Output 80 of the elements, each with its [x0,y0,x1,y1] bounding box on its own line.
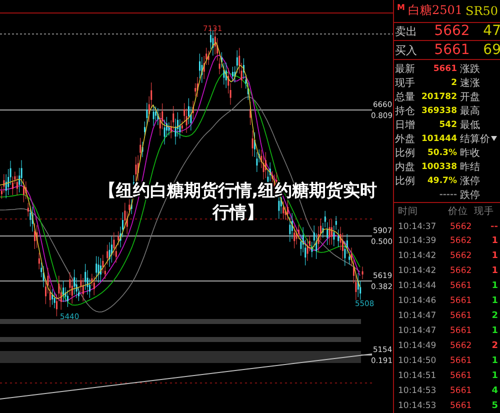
trade-time: 10:14:46 [398,296,438,306]
stat-value: 5661 [432,64,457,74]
stat-label: 涨停 [460,174,480,188]
column-header: 现手 [474,204,495,218]
trade-price: 5661 [450,400,473,411]
trade-price: 5662 [450,236,473,246]
stat-label: 总量 [395,90,416,104]
stat-label: 昨结 [460,160,480,174]
stat-label: 外盘 [395,132,416,146]
trade-time: 10:14:42 [398,266,438,276]
trade-time: 10:14:53 [398,400,438,411]
stat-value: 542 [438,120,457,130]
trade-volume: 2 [490,340,499,351]
stat-value: 100338 [420,162,457,172]
trade-volume: 1 [490,296,499,306]
trade-price: 5661 [450,370,473,381]
column-header: 时间 [398,204,419,218]
book-label: 卖出 [395,24,418,39]
trade-price: 5661 [450,326,473,336]
trade-time: 10:14:51 [398,370,438,381]
trade-volume: -- [490,222,499,232]
stat-label: 最低 [460,118,480,132]
stat-label: 内盘 [395,160,416,174]
market-label: M [397,3,405,12]
trade-volume: 4 [490,386,499,396]
trade-time: 10:14:53 [398,386,438,396]
book-price: 5661 [434,42,471,58]
contract-name: 白糖2501 [408,2,463,20]
stat-value: 369338 [420,106,457,116]
trade-price: 5662 [450,340,473,351]
trade-price: 5662 [450,222,473,232]
stat-value: 201782 [420,92,457,102]
stat-label: 跌停 [460,188,480,202]
stat-label: 涨跌 [460,62,480,76]
stat-label: 最高 [460,104,480,118]
trade-time: 10:14:39 [398,236,438,246]
trade-volume: 1 [490,236,499,246]
trade-price: 5661 [450,356,473,366]
trade-volume: 1 [490,281,499,292]
stat-label: 速涨 [460,76,480,90]
contract-code: SR50 [466,4,498,18]
stat-label: 比例 [395,174,416,188]
trade-time: 10:14:42 [398,251,438,262]
stat-label: 结算价 [460,132,490,146]
stat-value: 101444 [420,134,457,144]
book-size: 47 [483,23,500,40]
trade-volume: 5 [490,400,499,411]
trade-time: 10:14:47 [398,311,438,322]
stat-label: 最新 [395,62,416,76]
column-header: 价位 [448,204,469,218]
trade-volume: 1 [490,251,499,262]
trade-volume: 1 [490,356,499,366]
stat-value: 49.7% [426,176,457,186]
trade-time: 10:14:50 [398,356,438,366]
trade-price: 5661 [450,386,473,396]
trade-volume: 1 [490,266,499,276]
stat-label: 比例 [395,146,416,160]
book-price: 5662 [434,23,471,40]
stat-label: 日增 [395,118,416,132]
trade-price: 5661 [450,281,473,292]
stat-value: 2 [450,78,457,88]
trade-price: 5661 [450,311,473,322]
trade-price: 5661 [450,296,473,306]
trade-volume: 2 [490,311,499,322]
trade-volume: 1 [490,370,499,381]
stat-label: 持仓 [395,104,416,118]
trade-time: 10:14:49 [398,340,438,351]
stat-label: 现手 [395,76,416,90]
stat-label: 昨收 [460,146,480,160]
trade-time: 10:14:47 [398,326,438,336]
stat-value: 50.3% [426,148,457,158]
book-size: 69 [483,42,500,58]
book-label: 买入 [395,42,418,58]
trade-price: 5662 [450,251,473,262]
trade-price: 5662 [450,266,473,276]
trade-time: 10:14:37 [398,222,438,232]
stat-label: 开盘 [460,90,480,104]
trade-time: 10:14:44 [398,281,438,292]
trade-volume: 1 [490,326,499,336]
stat-value: ----- [438,190,457,200]
